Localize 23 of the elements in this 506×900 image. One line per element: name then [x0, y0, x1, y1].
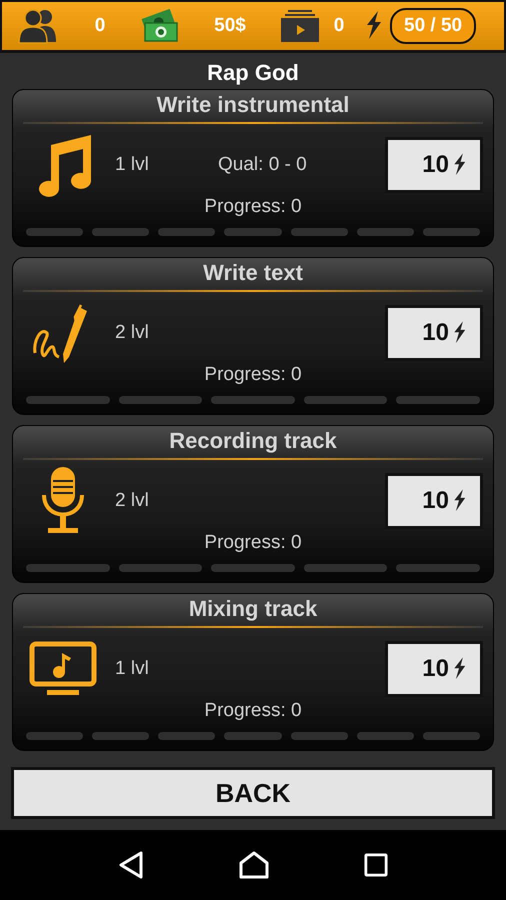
page-title: Rap God [206, 59, 300, 87]
level-label: 2 lvl [114, 322, 150, 344]
progress-label: Progress: 0 [204, 532, 302, 555]
progress-label: Progress: 0 [204, 196, 302, 219]
energy-cost-button[interactable]: 10 [385, 137, 483, 193]
task-title: Write instrumental [156, 91, 350, 119]
video-count: 0 [332, 15, 346, 37]
task-title: Mixing track [188, 595, 318, 623]
fans-count: 0 [94, 15, 106, 37]
energy-cost-button[interactable]: 10 [385, 305, 483, 361]
level-label: 2 lvl [114, 490, 150, 512]
level-label: 1 lvl [114, 154, 150, 176]
back-button[interactable]: BACK [11, 767, 495, 819]
energy-cost-button[interactable]: 10 [385, 473, 483, 529]
money-amount: 50$ [213, 15, 247, 37]
task-title: Recording track [168, 427, 338, 455]
progress-label: Progress: 0 [204, 700, 302, 723]
progress-label: Progress: 0 [204, 364, 302, 387]
task-title: Write text [202, 259, 304, 287]
energy-counter: 50 / 50 [390, 8, 476, 44]
energy-cost-button[interactable]: 10 [385, 641, 483, 697]
quality-label: Qual: 0 - 0 [217, 154, 307, 176]
level-label: 1 lvl [114, 658, 150, 680]
